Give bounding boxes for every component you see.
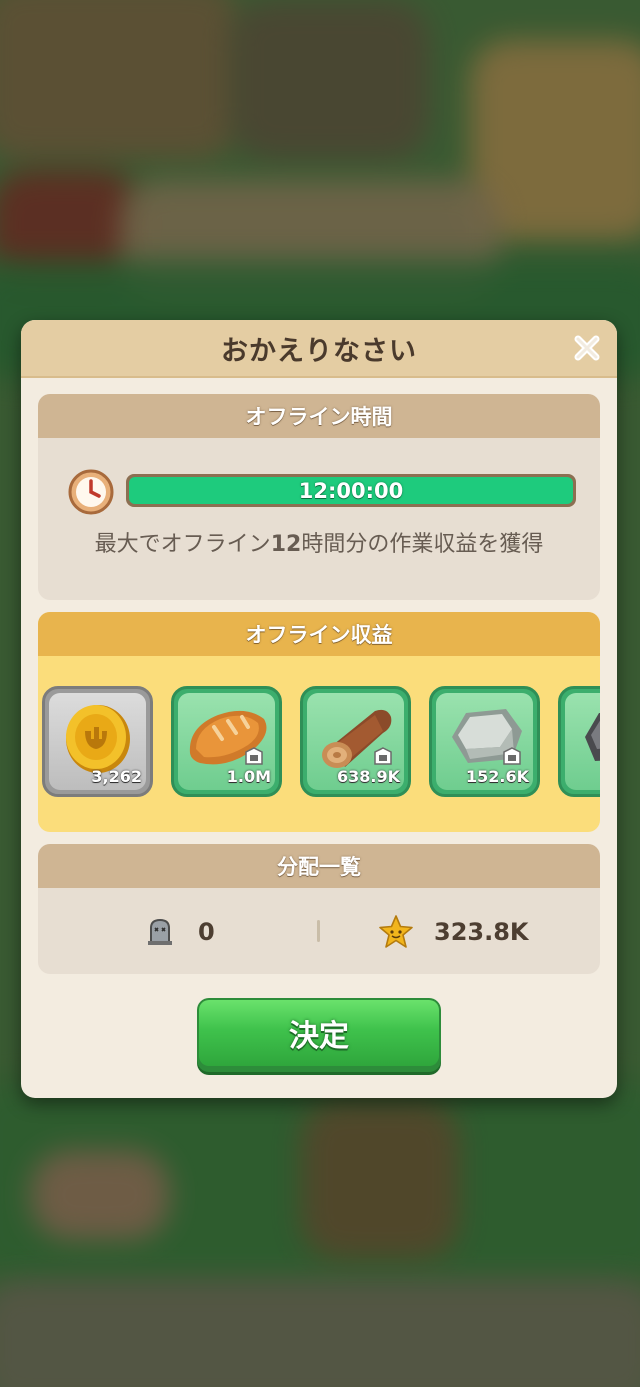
dialog-title: おかえりなさい (221, 335, 417, 367)
item-quantity: 152.6K (465, 767, 529, 786)
progress-fill: 12:00:00 (129, 477, 573, 504)
desc-hours: 12 (270, 532, 302, 557)
welcome-back-dialog: おかえりなさい オフライン時間 12:00:00 最大でオフライン12時間分の作… (21, 320, 617, 1098)
income-item-iron[interactable] (558, 686, 600, 797)
desc-prefix: 最大でオフライン (94, 532, 271, 557)
confirm-label: 決定 (289, 1019, 349, 1054)
star-icon (379, 915, 413, 948)
distribution-header: 分配一覧 (38, 844, 600, 888)
distribution-row: 0 323.8K (38, 890, 600, 974)
item-quantity: 638.9K (336, 767, 400, 786)
item-quantity: 3,262 (91, 767, 142, 786)
income-item-gold[interactable]: 3,262 (42, 686, 153, 797)
offline-time-progress: 12:00:00 (126, 474, 576, 507)
close-button[interactable] (569, 330, 605, 366)
clock-icon (68, 469, 114, 515)
confirm-button[interactable]: 決定 (197, 998, 441, 1072)
dead-count: 0 (198, 918, 215, 946)
lock-icon (374, 747, 392, 765)
star-value: 323.8K (434, 918, 529, 946)
dialog-header: おかえりなさい (21, 320, 617, 378)
lock-icon (245, 747, 263, 765)
lock-icon (503, 747, 521, 765)
close-icon (574, 335, 600, 361)
progress-label: 12:00:00 (298, 478, 404, 503)
offline-time-section: オフライン時間 12:00:00 最大でオフライン12時間分の作業収益を獲得 (38, 394, 600, 600)
gravestone-icon (148, 918, 172, 945)
item-quantity: 1.0M (226, 767, 271, 786)
offline-income-section: オフライン収益 3,262 1.0M 638.9K 152.6K (38, 612, 600, 832)
offline-time-description: 最大でオフライン12時間分の作業収益を獲得 (38, 526, 600, 558)
income-item-list[interactable]: 3,262 1.0M 638.9K 152.6K (42, 686, 600, 798)
income-item-stone[interactable]: 152.6K (429, 686, 540, 797)
distribution-section: 分配一覧 0 323.8K (38, 844, 600, 974)
income-item-wood[interactable]: 638.9K (300, 686, 411, 797)
income-item-bread[interactable]: 1.0M (171, 686, 282, 797)
desc-suffix: 時間分の作業収益を獲得 (301, 532, 544, 557)
iron-ore-icon (585, 712, 600, 761)
offline-time-header: オフライン時間 (38, 394, 600, 438)
gold-coin-icon (66, 705, 130, 773)
divider (317, 920, 320, 942)
offline-income-header: オフライン収益 (38, 612, 600, 656)
